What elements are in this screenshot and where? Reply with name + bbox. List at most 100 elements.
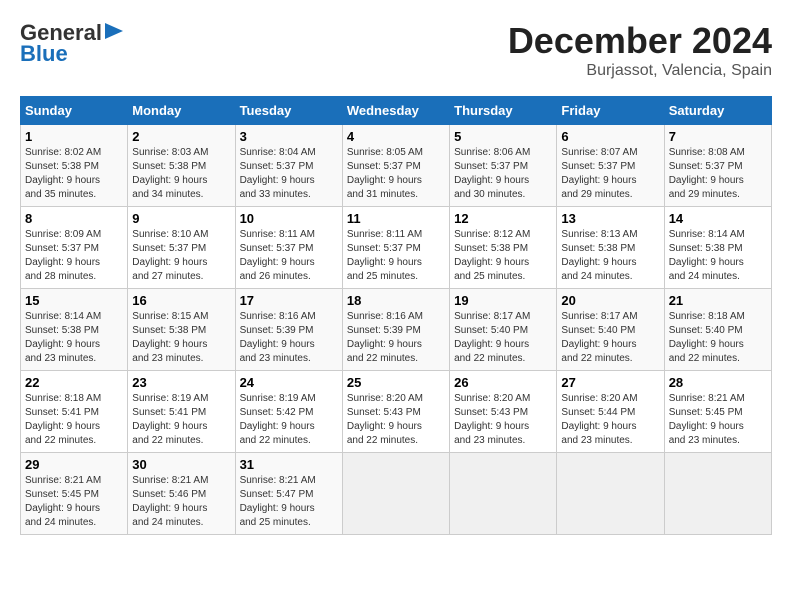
table-row: 10 Sunrise: 8:11 AM Sunset: 5:37 PM Dayli… [235, 207, 342, 289]
day-info: Sunrise: 8:18 AM Sunset: 5:40 PM Dayligh… [669, 310, 767, 366]
day-number: 20 [561, 293, 659, 308]
calendar-header-row: Sunday Monday Tuesday Wednesday Thursday… [21, 97, 772, 125]
table-row: 23Sunrise: 8:19 AM Sunset: 5:41 PM Dayli… [128, 371, 235, 453]
table-row: 1 Sunrise: 8:02 AM Sunset: 5:38 PM Daylig… [21, 125, 128, 207]
day-number: 7 [669, 129, 767, 144]
day-info: Sunrise: 8:14 AM Sunset: 5:38 PM Dayligh… [25, 310, 123, 366]
day-number: 3 [240, 129, 338, 144]
table-row: 13 Sunrise: 8:13 AM Sunset: 5:38 PM Dayli… [557, 207, 664, 289]
table-row: 17Sunrise: 8:16 AM Sunset: 5:39 PM Dayli… [235, 289, 342, 371]
day-info: Sunrise: 8:17 AM Sunset: 5:40 PM Dayligh… [454, 310, 552, 366]
title-area: December 2024 Burjassot, Valencia, Spain [508, 20, 772, 80]
day-number: 26 [454, 375, 552, 390]
table-row: 31 Sunrise: 8:21 AM Sunset: 5:47 PM Dayli… [235, 453, 342, 535]
day-number: 15 [25, 293, 123, 308]
day-info: Sunrise: 8:12 AM Sunset: 5:38 PM Dayligh… [454, 228, 552, 284]
day-info: Sunrise: 8:14 AM Sunset: 5:38 PM Dayligh… [669, 228, 767, 284]
header-thursday: Thursday [450, 97, 557, 125]
day-number: 14 [669, 211, 767, 226]
table-row: 7Sunrise: 8:08 AM Sunset: 5:37 PM Daylig… [664, 125, 771, 207]
day-info: Sunrise: 8:17 AM Sunset: 5:40 PM Dayligh… [561, 310, 659, 366]
header-monday: Monday [128, 97, 235, 125]
header-saturday: Saturday [664, 97, 771, 125]
day-number: 28 [669, 375, 767, 390]
table-row: 25 Sunrise: 8:20 AM Sunset: 5:43 PM Dayli… [342, 371, 449, 453]
table-row: 11Sunrise: 8:11 AM Sunset: 5:37 PM Dayli… [342, 207, 449, 289]
day-number: 1 [25, 129, 123, 144]
day-number: 5 [454, 129, 552, 144]
day-number: 31 [240, 457, 338, 472]
day-number: 10 [240, 211, 338, 226]
day-number: 18 [347, 293, 445, 308]
table-row: 24 Sunrise: 8:19 AM Sunset: 5:42 PM Dayli… [235, 371, 342, 453]
day-info: Sunrise: 8:13 AM Sunset: 5:38 PM Dayligh… [561, 228, 659, 284]
day-number: 12 [454, 211, 552, 226]
calendar-row: 29 Sunrise: 8:21 AM Sunset: 5:45 PM Dayli… [21, 453, 772, 535]
day-info: Sunrise: 8:21 AM Sunset: 5:45 PM Dayligh… [669, 392, 767, 448]
table-row [664, 453, 771, 535]
day-number: 19 [454, 293, 552, 308]
day-info: Sunrise: 8:02 AM Sunset: 5:38 PM Dayligh… [25, 146, 123, 202]
table-row: 8Sunrise: 8:09 AM Sunset: 5:37 PM Daylig… [21, 207, 128, 289]
day-info: Sunrise: 8:06 AM Sunset: 5:37 PM Dayligh… [454, 146, 552, 202]
day-info: Sunrise: 8:19 AM Sunset: 5:42 PM Dayligh… [240, 392, 338, 448]
header: General Blue December 2024 Burjassot, Va… [20, 20, 772, 80]
header-wednesday: Wednesday [342, 97, 449, 125]
day-info: Sunrise: 8:10 AM Sunset: 5:37 PM Dayligh… [132, 228, 230, 284]
table-row: 22Sunrise: 8:18 AM Sunset: 5:41 PM Dayli… [21, 371, 128, 453]
table-row: 30 Sunrise: 8:21 AM Sunset: 5:46 PM Dayli… [128, 453, 235, 535]
day-info: Sunrise: 8:03 AM Sunset: 5:38 PM Dayligh… [132, 146, 230, 202]
table-row [450, 453, 557, 535]
calendar-row: 8Sunrise: 8:09 AM Sunset: 5:37 PM Daylig… [21, 207, 772, 289]
table-row: 12 Sunrise: 8:12 AM Sunset: 5:38 PM Dayli… [450, 207, 557, 289]
day-number: 17 [240, 293, 338, 308]
day-number: 30 [132, 457, 230, 472]
month-title: December 2024 [508, 20, 772, 62]
table-row: 6 Sunrise: 8:07 AM Sunset: 5:37 PM Daylig… [557, 125, 664, 207]
day-number: 24 [240, 375, 338, 390]
table-row: 15 Sunrise: 8:14 AM Sunset: 5:38 PM Dayli… [21, 289, 128, 371]
calendar-row: 1 Sunrise: 8:02 AM Sunset: 5:38 PM Daylig… [21, 125, 772, 207]
day-info: Sunrise: 8:21 AM Sunset: 5:46 PM Dayligh… [132, 474, 230, 530]
table-row: 27Sunrise: 8:20 AM Sunset: 5:44 PM Dayli… [557, 371, 664, 453]
day-info: Sunrise: 8:16 AM Sunset: 5:39 PM Dayligh… [347, 310, 445, 366]
day-info: Sunrise: 8:15 AM Sunset: 5:38 PM Dayligh… [132, 310, 230, 366]
day-number: 25 [347, 375, 445, 390]
day-number: 23 [132, 375, 230, 390]
day-number: 29 [25, 457, 123, 472]
table-row: 19 Sunrise: 8:17 AM Sunset: 5:40 PM Dayli… [450, 289, 557, 371]
day-info: Sunrise: 8:20 AM Sunset: 5:43 PM Dayligh… [454, 392, 552, 448]
location-title: Burjassot, Valencia, Spain [508, 62, 772, 80]
day-number: 22 [25, 375, 123, 390]
table-row: 20 Sunrise: 8:17 AM Sunset: 5:40 PM Dayli… [557, 289, 664, 371]
day-number: 6 [561, 129, 659, 144]
calendar-row: 15 Sunrise: 8:14 AM Sunset: 5:38 PM Dayli… [21, 289, 772, 371]
day-info: Sunrise: 8:05 AM Sunset: 5:37 PM Dayligh… [347, 146, 445, 202]
table-row: 2Sunrise: 8:03 AM Sunset: 5:38 PM Daylig… [128, 125, 235, 207]
header-tuesday: Tuesday [235, 97, 342, 125]
header-friday: Friday [557, 97, 664, 125]
day-number: 9 [132, 211, 230, 226]
day-number: 13 [561, 211, 659, 226]
day-info: Sunrise: 8:11 AM Sunset: 5:37 PM Dayligh… [347, 228, 445, 284]
table-row: 29 Sunrise: 8:21 AM Sunset: 5:45 PM Dayli… [21, 453, 128, 535]
day-info: Sunrise: 8:11 AM Sunset: 5:37 PM Dayligh… [240, 228, 338, 284]
table-row: 28 Sunrise: 8:21 AM Sunset: 5:45 PM Dayli… [664, 371, 771, 453]
day-number: 4 [347, 129, 445, 144]
calendar-row: 22Sunrise: 8:18 AM Sunset: 5:41 PM Dayli… [21, 371, 772, 453]
day-number: 16 [132, 293, 230, 308]
table-row: 26 Sunrise: 8:20 AM Sunset: 5:43 PM Dayli… [450, 371, 557, 453]
header-sunday: Sunday [21, 97, 128, 125]
day-info: Sunrise: 8:07 AM Sunset: 5:37 PM Dayligh… [561, 146, 659, 202]
day-info: Sunrise: 8:21 AM Sunset: 5:45 PM Dayligh… [25, 474, 123, 530]
table-row: 5 Sunrise: 8:06 AM Sunset: 5:37 PM Daylig… [450, 125, 557, 207]
table-row: 4 Sunrise: 8:05 AM Sunset: 5:37 PM Daylig… [342, 125, 449, 207]
table-row: 16 Sunrise: 8:15 AM Sunset: 5:38 PM Dayli… [128, 289, 235, 371]
logo-text-blue: Blue [20, 41, 123, 66]
day-info: Sunrise: 8:20 AM Sunset: 5:43 PM Dayligh… [347, 392, 445, 448]
logo-arrow-icon [105, 23, 123, 39]
table-row [557, 453, 664, 535]
table-row: 18 Sunrise: 8:16 AM Sunset: 5:39 PM Dayli… [342, 289, 449, 371]
day-info: Sunrise: 8:21 AM Sunset: 5:47 PM Dayligh… [240, 474, 338, 530]
table-row: 14 Sunrise: 8:14 AM Sunset: 5:38 PM Dayli… [664, 207, 771, 289]
